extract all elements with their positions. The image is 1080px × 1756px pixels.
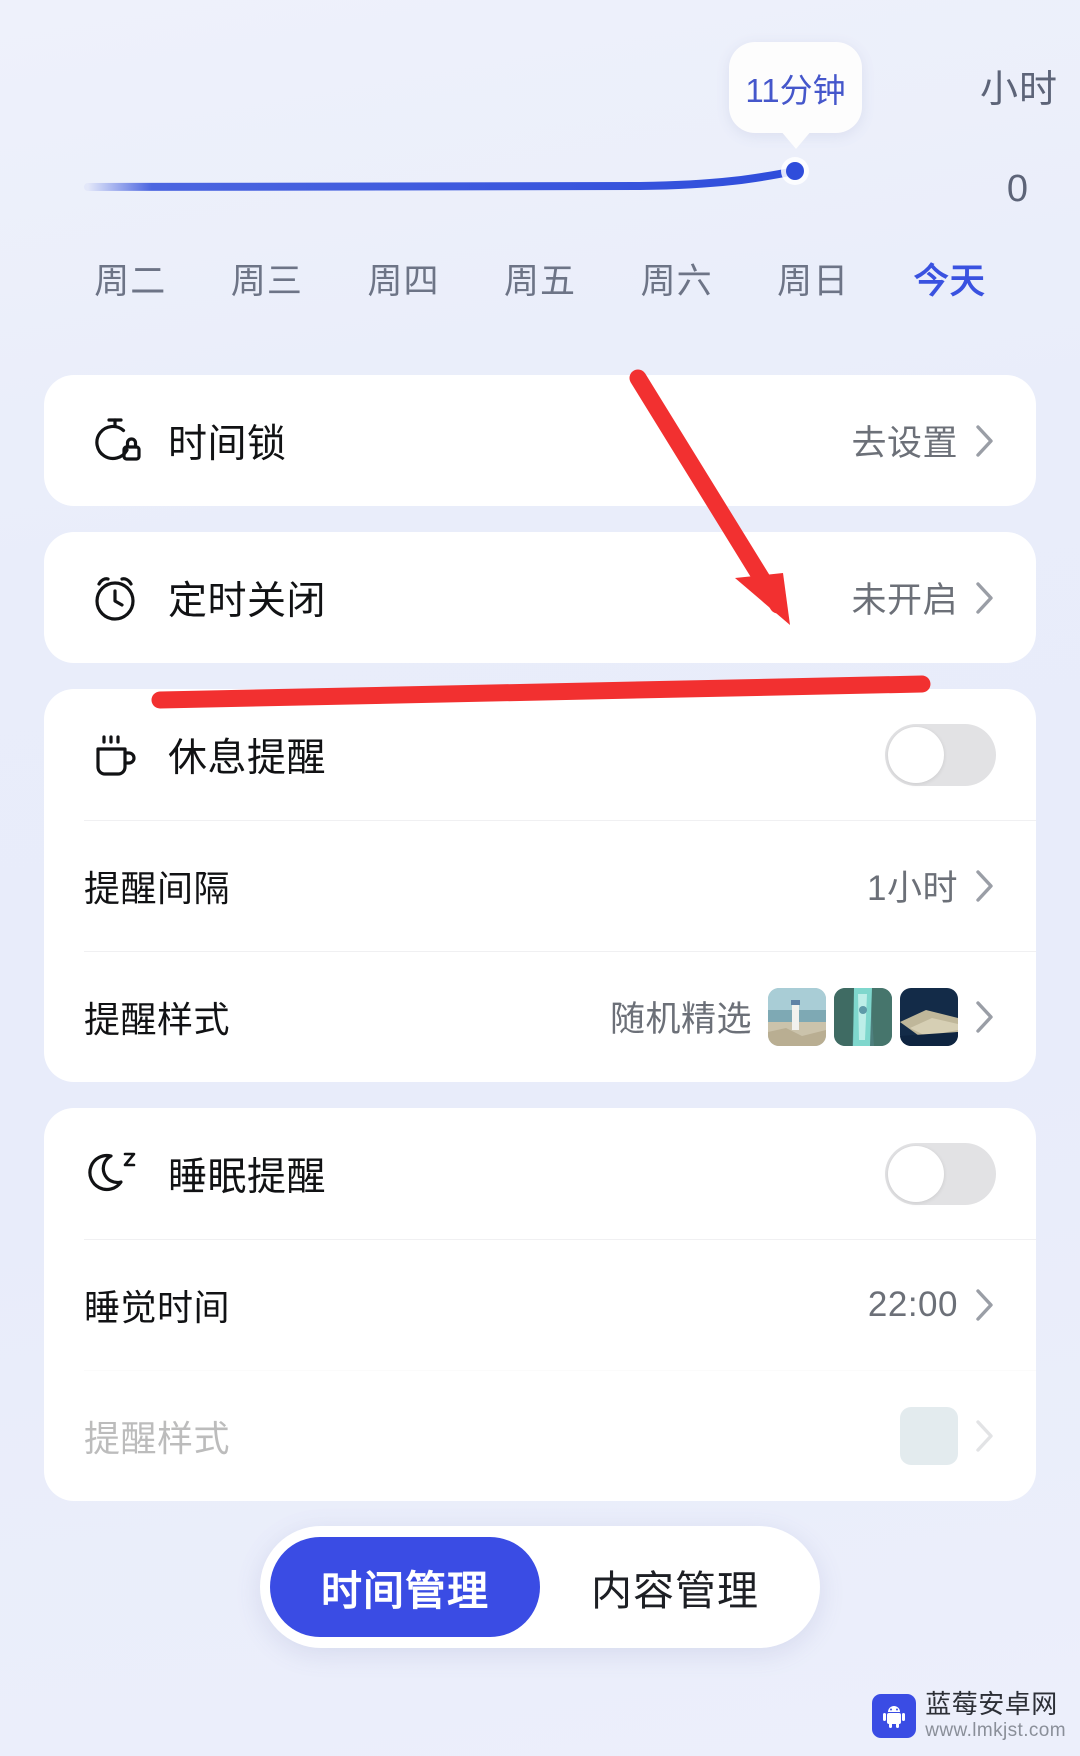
card-sleep-reminder: 睡眠提醒 睡觉时间 22:00 提醒样式	[44, 1108, 1036, 1501]
usage-line-svg	[84, 167, 799, 191]
row-time-lock[interactable]: 时间锁 去设置	[44, 375, 1036, 506]
day-tab-tuesday[interactable]: 周二	[62, 253, 199, 304]
lighthouse-thumbnail	[768, 987, 826, 1046]
row-value-bedtime: 22:00	[867, 1284, 958, 1324]
usage-chart: 11分钟 小时 0	[0, 0, 1080, 235]
row-label-reminder-style: 提醒样式	[84, 998, 231, 1040]
placeholder-thumbnail	[900, 1406, 958, 1465]
chart-point-dot	[786, 162, 804, 180]
toggle-break-reminder[interactable]	[885, 723, 996, 786]
row-label-bedtime: 睡觉时间	[84, 1286, 231, 1328]
row-value-scheduled-off: 未开启	[851, 581, 958, 620]
row-bedtime[interactable]: 睡觉时间 22:00	[44, 1239, 1036, 1370]
chart-tooltip-value: 11分钟	[745, 71, 846, 109]
chevron-right-icon[interactable]	[974, 998, 996, 1036]
coastline-thumbnail	[900, 987, 958, 1046]
reminder-style-thumbnails	[768, 987, 958, 1046]
chevron-right-icon[interactable]	[974, 422, 996, 460]
day-tab-today[interactable]: 今天	[881, 253, 1018, 304]
day-selector: 周二 周三 周四 周五 周六 周日 今天	[0, 241, 1080, 315]
alarm-clock-icon	[84, 567, 146, 629]
settings-list: 时间锁 去设置 定时关闭 未开启 休息提醒 提醒间隔 1小时 提醒样式 随机精选…	[0, 375, 1080, 1501]
chevron-right-icon[interactable]	[974, 1286, 996, 1324]
chevron-right-icon[interactable]	[974, 579, 996, 617]
row-sleep-reminder[interactable]: 睡眠提醒	[44, 1108, 1036, 1239]
toggle-knob	[888, 1145, 944, 1202]
watermark-text: 蓝莓安卓网 www.lmkjst.com	[925, 1689, 1066, 1742]
day-tab-thursday[interactable]: 周四	[335, 253, 472, 304]
row-reminder-style[interactable]: 提醒样式 随机精选	[44, 951, 1036, 1082]
row-label-time-lock: 时间锁	[168, 422, 287, 466]
toggle-sleep-reminder[interactable]	[885, 1142, 996, 1205]
tab-content-management[interactable]: 内容管理	[540, 1537, 810, 1637]
tab-time-management[interactable]: 时间管理	[270, 1537, 540, 1637]
coffee-cup-icon	[84, 724, 146, 786]
toggle-knob	[888, 726, 944, 783]
row-scheduled-off[interactable]: 定时关闭 未开启	[44, 532, 1036, 663]
chart-point-today	[781, 157, 809, 185]
row-value-reminder-interval: 1小时	[867, 869, 958, 908]
day-tab-sunday[interactable]: 周日	[745, 253, 882, 304]
row-label-break-reminder: 休息提醒	[168, 736, 327, 780]
row-value-time-lock: 去设置	[851, 424, 958, 463]
watermark-title: 蓝莓安卓网	[925, 1689, 1058, 1720]
card-time-lock: 时间锁 去设置	[44, 375, 1036, 506]
watermark-url: www.lmkjst.com	[925, 1720, 1066, 1742]
chart-zero-label: 0	[1006, 168, 1028, 210]
day-tab-friday[interactable]: 周五	[472, 253, 609, 304]
row-reminder-interval[interactable]: 提醒间隔 1小时	[44, 820, 1036, 951]
row-sleep-reminder-style-partial[interactable]: 提醒样式	[44, 1370, 1036, 1501]
stopwatch-lock-icon	[84, 410, 146, 472]
chart-tooltip: 11分钟	[729, 42, 862, 149]
row-label-scheduled-off: 定时关闭	[168, 579, 327, 623]
row-label-sleep-reminder: 睡眠提醒	[168, 1155, 327, 1199]
row-break-reminder[interactable]: 休息提醒	[44, 689, 1036, 820]
chevron-right-icon[interactable]	[974, 1417, 996, 1455]
row-label-reminder-interval: 提醒间隔	[84, 867, 231, 909]
moon-sleep-icon	[84, 1143, 146, 1205]
row-value-reminder-style: 随机精选	[609, 1000, 752, 1039]
waterfall-thumbnail	[834, 987, 892, 1046]
sleep-style-thumbnails	[900, 1406, 958, 1465]
row-label-sleep-reminder-style: 提醒样式	[84, 1417, 231, 1459]
card-break-reminder: 休息提醒 提醒间隔 1小时 提醒样式 随机精选	[44, 689, 1036, 1082]
bottom-tabbar: 时间管理 内容管理	[260, 1526, 820, 1648]
day-tab-saturday[interactable]: 周六	[608, 253, 745, 304]
chevron-right-icon[interactable]	[974, 867, 996, 905]
site-watermark: 蓝莓安卓网 www.lmkjst.com	[872, 1689, 1066, 1742]
android-robot-icon	[872, 1694, 917, 1739]
day-tab-wednesday[interactable]: 周三	[199, 253, 336, 304]
card-scheduled-off: 定时关闭 未开启	[44, 532, 1036, 663]
chart-unit-label: 小时	[979, 69, 1058, 111]
